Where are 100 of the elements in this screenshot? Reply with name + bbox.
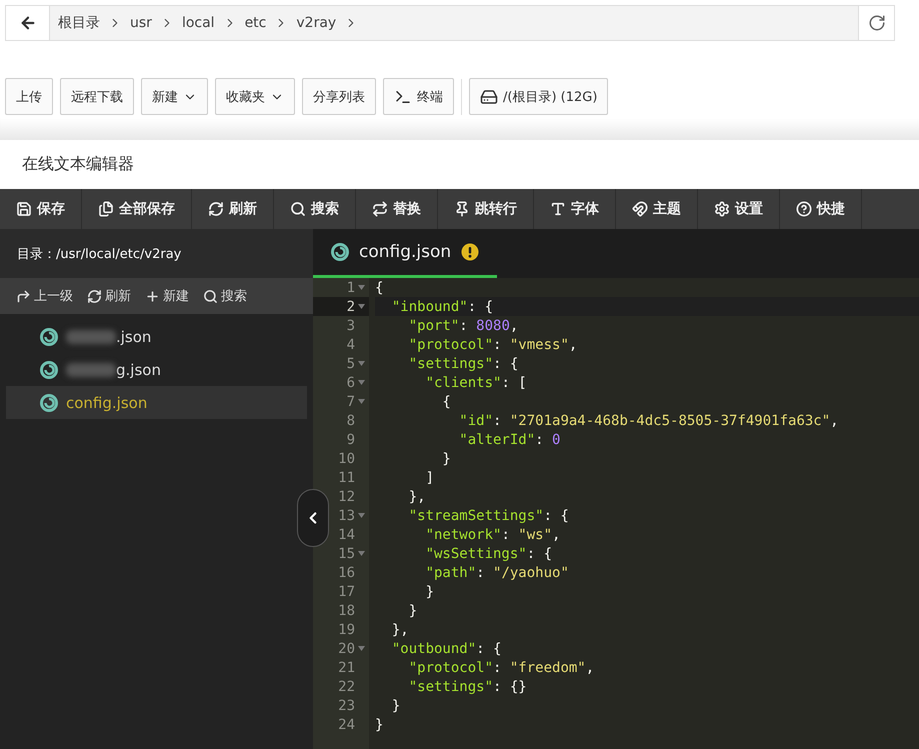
reload-icon: [868, 14, 886, 32]
code-line: "outbound": {: [390, 640, 502, 658]
line-number: 14: [338, 526, 355, 542]
breadcrumb-item[interactable]: 根目录: [56, 14, 102, 32]
line-number: 6: [346, 374, 355, 390]
line-number: 19: [338, 622, 355, 638]
code-line: {: [441, 392, 452, 411]
toolbar-button[interactable]: 上传: [5, 78, 53, 115]
fold-icon[interactable]: [358, 513, 364, 518]
search-icon: [290, 201, 306, 217]
line-number: 18: [338, 602, 355, 618]
directory-path: 目录：/usr/local/etc/v2ray: [0, 229, 313, 278]
arrow-icon: [16, 288, 31, 304]
line-number: 10: [338, 450, 355, 466]
refresh-icon: [208, 201, 224, 217]
code-line: "settings": {}: [408, 678, 528, 696]
help-icon: [796, 201, 812, 217]
line-number: 1: [346, 280, 355, 296]
toolbar-button[interactable]: 收藏夹: [215, 78, 295, 115]
line-number: 5: [346, 356, 355, 372]
line-number: 13: [338, 508, 355, 524]
code-line: {: [375, 278, 384, 297]
text-icon: [550, 201, 566, 217]
code-line: }: [441, 450, 452, 468]
code-line: "network": "ws",: [424, 526, 562, 544]
fold-icon[interactable]: [358, 285, 364, 290]
line-number: 21: [338, 660, 355, 676]
fold-icon[interactable]: [358, 399, 364, 404]
line-number: 4: [346, 336, 355, 352]
toolbar-button[interactable]: 新建: [141, 78, 208, 115]
file-item[interactable]: g.json: [6, 353, 307, 386]
search-icon: [203, 288, 218, 304]
breadcrumb-item[interactable]: etc: [242, 15, 268, 31]
code-line: "protocol": "freedom",: [408, 658, 596, 677]
settings-icon: [714, 201, 730, 217]
fold-icon[interactable]: [358, 551, 364, 556]
code-line: },: [408, 488, 427, 506]
line-number: 22: [338, 678, 355, 694]
toolbar-button[interactable]: 终端: [383, 78, 454, 115]
code-line: "settings": {: [408, 354, 520, 373]
line-number: 8: [346, 412, 355, 428]
collapse-handle[interactable]: [297, 489, 329, 547]
code-line: }: [375, 716, 384, 734]
sidebar-action[interactable]: 刷新: [87, 287, 131, 305]
line-number: 15: [338, 546, 355, 562]
code-line: "wsSettings": {: [424, 544, 554, 563]
toolbar-button[interactable]: 远程下载: [60, 78, 134, 115]
code-line: }: [424, 582, 436, 601]
sidebar-action[interactable]: 上一级: [16, 287, 73, 305]
code-line: "alterId": 0: [458, 430, 562, 449]
line-number: 12: [338, 488, 355, 504]
drive-icon: [480, 88, 498, 106]
file-name: config.json: [66, 394, 148, 412]
fold-icon[interactable]: [358, 646, 364, 651]
back-button[interactable]: [6, 6, 50, 40]
toolbar-button[interactable]: /(根目录) (12G): [469, 78, 608, 115]
pin-icon: [454, 201, 470, 217]
line-number: 16: [338, 564, 355, 580]
spiral-icon: [40, 360, 58, 378]
line-number: 2: [346, 298, 355, 314]
code-line: "streamSettings": {: [408, 506, 570, 525]
sidebar-action[interactable]: 搜索: [203, 287, 247, 305]
code-line: "protocol": "vmess",: [408, 336, 578, 354]
files-icon: [98, 201, 114, 217]
toolbar-button[interactable]: 分享列表: [302, 78, 376, 115]
breadcrumb-item[interactable]: local: [180, 15, 217, 31]
breadcrumb-item[interactable]: usr: [128, 15, 154, 31]
line-number: 24: [338, 716, 355, 732]
line-number: 3: [346, 318, 355, 334]
refresh-icon: [87, 288, 102, 304]
repeat-icon: [372, 201, 388, 217]
sidebar-action[interactable]: 新建: [145, 287, 189, 305]
file-item[interactable]: .json: [6, 320, 307, 353]
file-name: .json: [116, 328, 152, 346]
spiral-icon: [40, 394, 58, 412]
spiral-icon: [331, 243, 349, 261]
code-line: },: [390, 620, 410, 639]
fold-icon[interactable]: [358, 361, 364, 366]
magnet-icon: [632, 201, 648, 217]
code-line: "port": 8080,: [408, 316, 520, 335]
code-line: "id": "2701a9a4-468b-4dc5-8505-37f4901fa63c",: [458, 412, 840, 430]
line-number: 11: [338, 470, 355, 486]
line-number: 23: [338, 698, 355, 714]
fold-icon[interactable]: [358, 380, 364, 385]
breadcrumb-item[interactable]: v2ray: [294, 15, 338, 31]
code-line: "path": "/yaohuo": [424, 564, 570, 582]
code-line: }: [390, 696, 402, 715]
fold-icon[interactable]: [358, 304, 364, 309]
spiral-icon: [40, 328, 58, 346]
line-number: 9: [346, 432, 355, 448]
line-number: 7: [346, 394, 355, 410]
plus-icon: [145, 288, 160, 304]
line-number: 20: [338, 640, 355, 656]
code-line: }: [408, 602, 418, 620]
file-name: g.json: [116, 360, 161, 378]
code-line: ]: [424, 468, 436, 487]
file-item[interactable]: config.json: [6, 386, 307, 419]
code-line: "clients": [: [424, 374, 528, 392]
reload-button[interactable]: [858, 6, 894, 40]
save-icon: [16, 201, 32, 217]
